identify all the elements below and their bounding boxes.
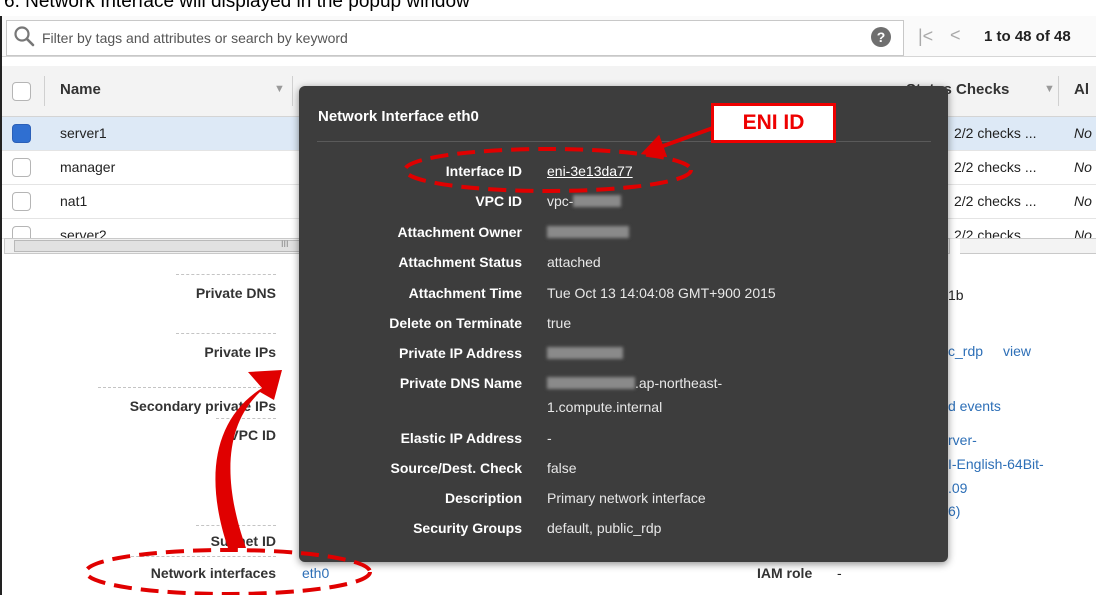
popup-security-groups-value: default, public_rdp: [547, 520, 662, 536]
row-status-checks: 2/2 checks ...: [954, 159, 1037, 175]
popup-label-private-dns-name: Private DNS Name: [399, 375, 522, 391]
popup-vpc-id-value: vpc-: [547, 193, 622, 209]
label-subnet-id: Subnet ID: [196, 525, 276, 549]
column-header-alarm[interactable]: Al: [1074, 81, 1089, 98]
first-page-icon[interactable]: |<: [918, 26, 933, 47]
help-icon[interactable]: ?: [871, 27, 891, 47]
label-vpc-id: VPC ID: [216, 418, 276, 443]
popup-label-attachment-time: Attachment Time: [408, 285, 522, 301]
redacted-private-ip: [547, 347, 623, 359]
search-input[interactable]: [40, 21, 844, 55]
row-checkbox[interactable]: [12, 124, 31, 143]
select-all-checkbox[interactable]: [12, 82, 31, 101]
scheduled-events-link[interactable]: d events: [948, 398, 1001, 414]
view-rules-link[interactable]: view: [1003, 343, 1031, 359]
security-group-link[interactable]: c_rdp: [948, 343, 983, 359]
column-divider: [292, 76, 293, 106]
popup-private-ip-value: [547, 345, 623, 361]
redacted-private-dns: [547, 377, 635, 389]
popup-label-private-ip: Private IP Address: [399, 345, 522, 361]
popup-label-source-dest-check: Source/Dest. Check: [390, 460, 523, 476]
redacted-owner-id: [547, 226, 629, 238]
interface-id-link[interactable]: eni-3e13da77: [547, 163, 633, 179]
popup-attachment-time-value: Tue Oct 13 14:04:08 GMT+900 2015: [547, 285, 776, 301]
row-status-checks: 2/2 checks ...: [954, 125, 1037, 141]
popup-source-dest-check-value: false: [547, 460, 577, 476]
popup-private-dns-value: .ap-northeast-: [547, 375, 722, 391]
pagination-text: 1 to 48 of 48: [984, 28, 1071, 45]
eni-id-annotation: ENI ID: [711, 103, 836, 143]
prev-page-icon[interactable]: <: [950, 25, 961, 46]
row-name: server1: [60, 125, 107, 141]
ami-line-1[interactable]: rver-: [948, 432, 977, 448]
column-header-name[interactable]: Name: [60, 81, 101, 98]
popup-label-interface-id: Interface ID: [445, 163, 522, 179]
popup-label-elastic-ip: Elastic IP Address: [400, 430, 522, 446]
row-name: manager: [60, 159, 116, 175]
label-network-interfaces: Network interfaces: [126, 556, 276, 581]
column-divider: [1058, 76, 1059, 106]
popup-attachment-owner-value: [547, 224, 629, 240]
availability-zone-fragment: 1b: [948, 287, 964, 303]
row-name: nat1: [60, 193, 88, 209]
popup-divider: [317, 141, 931, 142]
row-checkbox[interactable]: [12, 158, 31, 177]
row-status-checks: 2/2 checks ...: [954, 193, 1037, 209]
popup-attachment-status-value: attached: [547, 254, 601, 270]
sort-chevron-icon[interactable]: ▼: [1044, 83, 1055, 95]
popup-private-dns-value-line2: 1.compute.internal: [547, 399, 663, 415]
scrollbar-grip-icon: III: [281, 239, 289, 249]
popup-delete-on-terminate-value: true: [547, 315, 572, 331]
sort-chevron-icon[interactable]: ▼: [274, 83, 285, 95]
popup-label-security-groups: Security Groups: [413, 520, 522, 536]
popup-label-attachment-owner: Attachment Owner: [397, 224, 522, 240]
horizontal-scrollbar-track[interactable]: [960, 238, 1096, 254]
popup-description-value: Primary network interface: [547, 490, 706, 506]
row-alarm: No: [1074, 193, 1092, 209]
label-secondary-private-ips: Secondary private IPs: [98, 387, 276, 414]
row-checkbox[interactable]: [12, 192, 31, 211]
search-icon: [14, 26, 35, 47]
iam-role-value: -: [837, 565, 842, 581]
label-private-ips: Private IPs: [176, 333, 276, 360]
row-alarm: No: [1074, 125, 1092, 141]
column-divider: [44, 76, 45, 106]
caption-text: 6. Network Interface will displayed in t…: [4, 0, 470, 12]
label-private-dns: Private DNS: [176, 274, 276, 301]
popup-label-description: Description: [444, 490, 522, 506]
network-interface-link[interactable]: eth0: [302, 565, 329, 581]
popup-label-vpc-id: VPC ID: [475, 193, 522, 209]
ami-line-2[interactable]: I-English-64Bit-: [948, 456, 1044, 472]
popup-elastic-ip-value: -: [547, 430, 552, 446]
ami-line-3[interactable]: .09: [948, 480, 967, 496]
ami-line-4[interactable]: 6): [948, 503, 960, 519]
row-alarm: No: [1074, 159, 1092, 175]
popup-label-attachment-status: Attachment Status: [398, 254, 522, 270]
redacted-vpc-id: [573, 195, 622, 207]
popup-title: Network Interface eth0: [318, 108, 479, 125]
popup-label-delete-on-terminate: Delete on Terminate: [389, 315, 522, 331]
